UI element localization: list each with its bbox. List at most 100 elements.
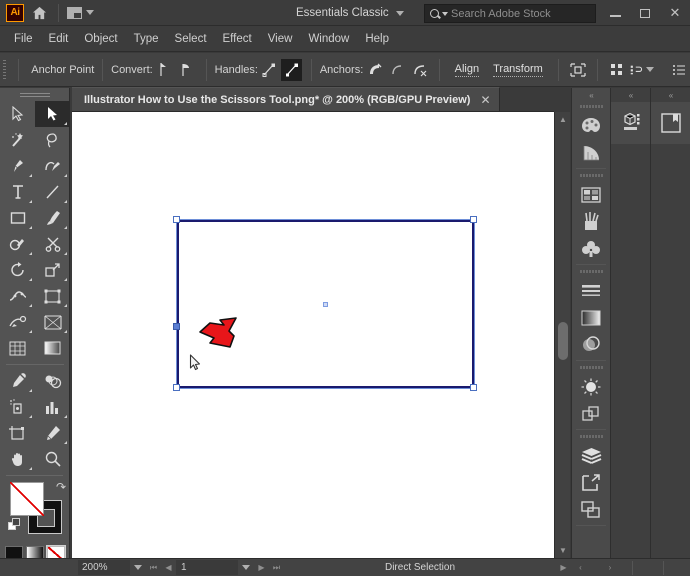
anchor-top-right[interactable] [470,216,477,223]
anchor-left-middle[interactable] [173,323,180,330]
rectangle-tool[interactable] [0,205,35,231]
gradient-tool[interactable] [35,335,70,361]
pencil-tool[interactable] [0,231,35,257]
curvature-tool[interactable] [35,153,70,179]
anchor-top-left[interactable] [173,216,180,223]
scale-tool[interactable] [35,257,70,283]
collapse-panel-icon[interactable]: « [572,88,610,102]
zoom-level-input[interactable]: 200% [78,560,130,575]
selection-tool[interactable] [0,101,35,127]
line-segment-tool[interactable] [35,179,70,205]
document-canvas[interactable] [72,112,570,558]
zoom-tool[interactable] [35,446,70,472]
mesh-tool[interactable] [0,335,35,361]
dock-grip[interactable] [579,363,603,371]
symbols-panel-icon[interactable] [572,235,610,262]
layers-panel-icon[interactable] [572,442,610,469]
menu-help[interactable]: Help [357,30,397,48]
workspace-switcher[interactable]: Essentials Classic [296,4,404,22]
default-fill-stroke-icon[interactable] [8,518,21,531]
libraries-panel-icon[interactable] [651,102,690,144]
menu-object[interactable]: Object [76,30,125,48]
transparency-panel-icon[interactable] [572,331,610,358]
previous-icon[interactable]: ‹ [573,560,588,575]
transform-button[interactable]: Transform [493,63,543,77]
perspective-grid-tool[interactable] [35,309,70,335]
chevron-up-icon[interactable]: ▲ [555,112,571,127]
anchor-bottom-right[interactable] [470,384,477,391]
scissors-tool[interactable] [35,231,70,257]
collapse-panel-icon[interactable]: « [611,88,650,102]
status-menu-icon[interactable]: ▶ [556,560,571,575]
blend-tool[interactable] [35,368,70,394]
menu-edit[interactable]: Edit [41,30,77,48]
dock-grip[interactable] [579,267,603,275]
collapse-panel-icon[interactable]: « [651,88,690,102]
maximize-button[interactable] [630,0,660,26]
next-icon[interactable]: › [590,560,630,575]
cut-path-icon[interactable] [409,59,430,81]
stroke-panel-icon[interactable] [572,277,610,304]
page-number-input[interactable]: 1 [176,560,238,575]
menu-file[interactable]: File [6,30,41,48]
menu-type[interactable]: Type [126,30,167,48]
home-icon[interactable] [24,0,54,26]
menu-select[interactable]: Select [167,30,215,48]
lasso-tool[interactable] [35,127,70,153]
convert-to-corner-icon[interactable] [154,59,175,81]
page-number-dropdown[interactable] [238,560,254,575]
previous-page-icon[interactable]: ◀ [161,560,176,575]
arrange-documents-icon[interactable] [63,0,98,26]
3d-and-materials-panel-icon[interactable] [611,102,650,144]
menu-window[interactable]: Window [300,30,357,48]
first-page-icon[interactable]: ⏮ [146,560,161,575]
remove-anchor-icon[interactable] [364,59,385,81]
convert-to-smooth-icon[interactable] [176,59,197,81]
vertical-scrollbar[interactable]: ▲ ▼ [554,112,570,558]
shape-builder-tool[interactable] [0,309,35,335]
dock-grip[interactable] [579,432,603,440]
appearance-panel-icon[interactable] [572,373,610,400]
dock-grip[interactable] [579,171,603,179]
document-tab[interactable]: Illustrator How to Use the Scissors Tool… [72,87,500,111]
show-handles-icon[interactable] [259,59,280,81]
hand-tool[interactable] [0,446,35,472]
pathfinder-panel-icon[interactable] [572,400,610,427]
brushes-panel-icon[interactable] [572,208,610,235]
type-tool[interactable] [0,179,35,205]
symbol-sprayer-tool[interactable] [0,394,35,420]
artboards-panel-icon[interactable] [572,469,610,496]
tools-panel-grip[interactable] [20,93,50,98]
last-page-icon[interactable]: ⏭ [269,560,284,575]
color-panel-icon[interactable] [572,112,610,139]
menu-effect[interactable]: Effect [215,30,260,48]
paintbrush-tool[interactable] [35,205,70,231]
scrollbar-thumb[interactable] [558,322,568,360]
illustrator-logo-icon[interactable]: Ai [6,4,24,22]
isolate-selected-object-icon[interactable] [568,59,589,81]
eyedropper-tool[interactable] [0,368,35,394]
gradient-panel-icon[interactable] [572,304,610,331]
rotate-tool[interactable] [0,257,35,283]
artboard-tool[interactable] [0,420,35,446]
asset-export-panel-icon[interactable] [572,496,610,523]
minimize-button[interactable] [600,0,630,26]
distribute-spacing-icon[interactable] [630,59,654,81]
width-tool[interactable] [0,283,35,309]
direct-selection-tool[interactable] [35,101,70,127]
anchor-bottom-left[interactable] [173,384,180,391]
dock-grip[interactable] [579,102,603,110]
align-to-selection-icon[interactable] [607,59,628,81]
slice-tool[interactable] [35,420,70,446]
connect-anchors-icon[interactable] [387,59,408,81]
color-guide-panel-icon[interactable] [572,139,610,166]
close-icon[interactable]: ✕ [480,93,490,107]
hide-handles-icon[interactable] [281,59,302,81]
swap-fill-stroke-icon[interactable]: ↷ [56,480,66,494]
column-graph-tool[interactable] [35,394,70,420]
next-page-icon[interactable]: ▶ [254,560,269,575]
align-button[interactable]: Align [455,63,479,77]
chevron-down-icon[interactable]: ▼ [555,543,571,558]
free-transform-tool[interactable] [35,283,70,309]
menu-view[interactable]: View [260,30,301,48]
